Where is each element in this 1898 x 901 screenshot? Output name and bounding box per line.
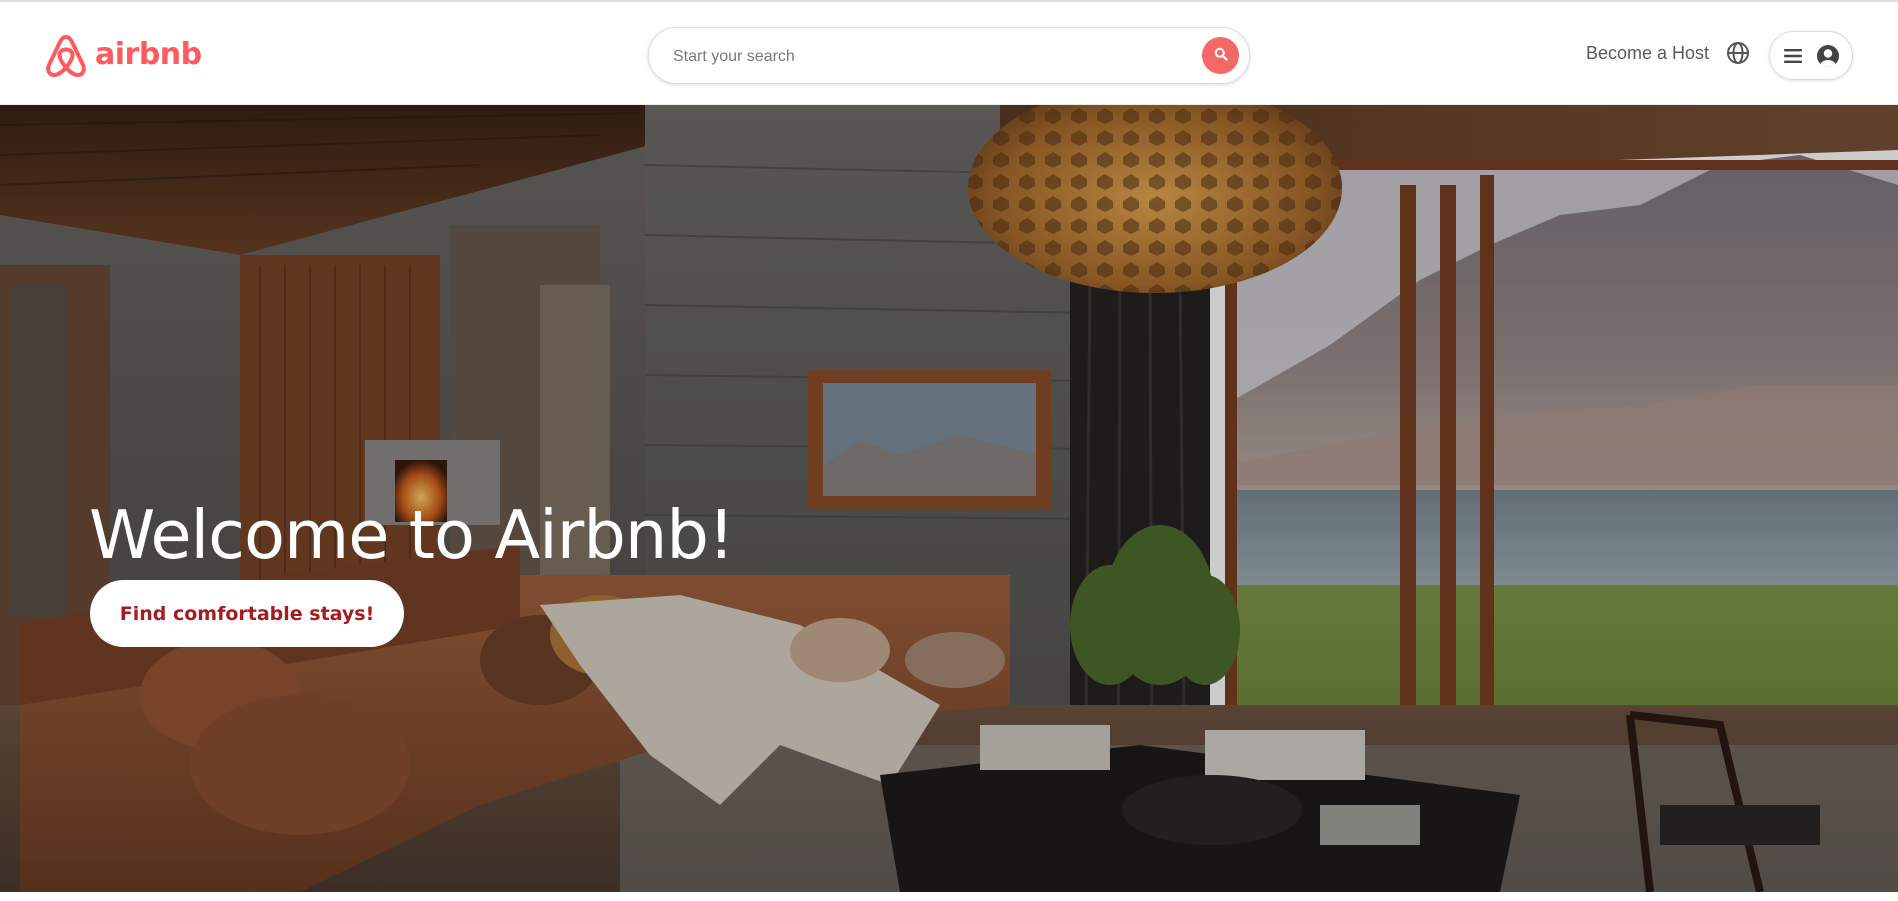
search-button[interactable] bbox=[1202, 37, 1239, 74]
hero-title: Welcome to Airbnb! bbox=[89, 496, 735, 574]
search-bar bbox=[648, 27, 1250, 84]
top-navbar: airbnb Become a Host bbox=[0, 0, 1898, 105]
hamburger-menu-icon bbox=[1783, 47, 1803, 65]
become-a-host-link[interactable]: Become a Host bbox=[1586, 43, 1709, 64]
logo-wordmark: airbnb bbox=[95, 36, 202, 72]
search-input[interactable] bbox=[671, 42, 1145, 72]
globe-icon bbox=[1726, 41, 1750, 70]
airbnb-belo-icon bbox=[44, 31, 88, 79]
user-avatar-icon bbox=[1816, 44, 1840, 68]
hero-section: Welcome to Airbnb! Find comfortable stay… bbox=[0, 105, 1898, 892]
user-menu-button[interactable] bbox=[1769, 31, 1853, 80]
page-bottom-strip bbox=[0, 892, 1898, 901]
search-icon bbox=[1214, 47, 1228, 64]
language-button[interactable] bbox=[1725, 41, 1751, 70]
airbnb-logo[interactable]: airbnb bbox=[44, 30, 202, 80]
find-stays-button[interactable]: Find comfortable stays! bbox=[90, 580, 404, 647]
page: airbnb Become a Host bbox=[0, 0, 1898, 901]
